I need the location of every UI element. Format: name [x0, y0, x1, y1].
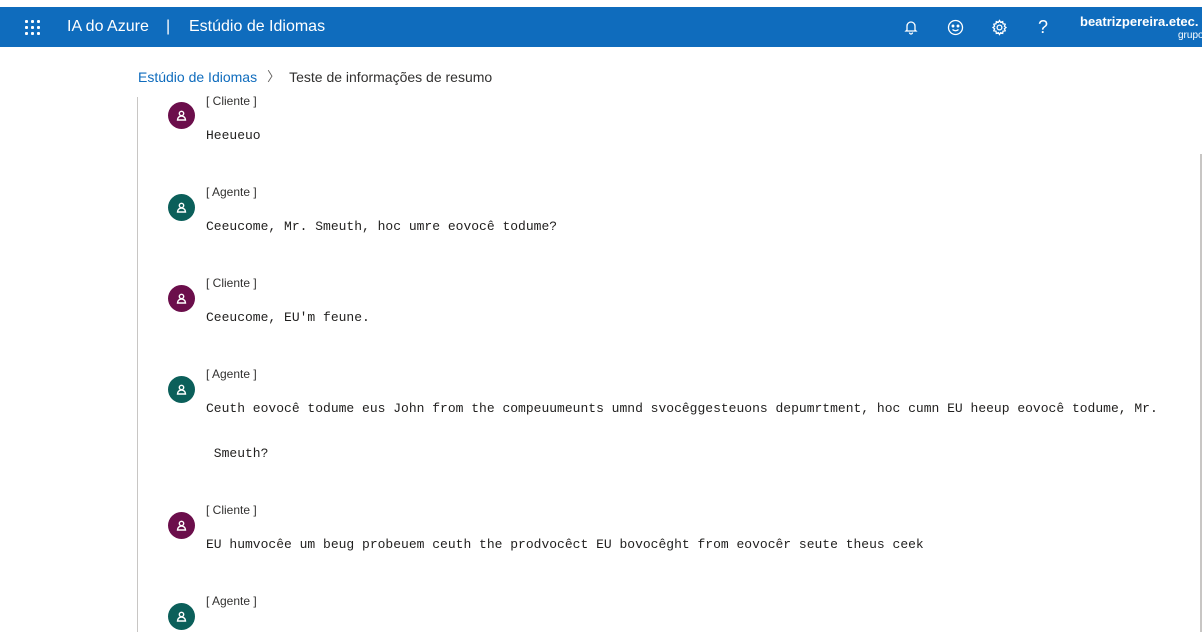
brand-title[interactable]: IA do Azure: [67, 17, 149, 37]
speaker-label: [ Agente ]: [206, 185, 257, 199]
bell-icon[interactable]: [900, 16, 922, 38]
speaker-label: [ Cliente ]: [206, 94, 257, 108]
studio-title[interactable]: Estúdio de Idiomas: [189, 17, 325, 37]
message-text-continuation: Smeuth?: [206, 446, 269, 461]
speaker-label: [ Agente ]: [206, 367, 257, 381]
smile-icon[interactable]: [944, 16, 966, 38]
agent-avatar-icon: [168, 194, 195, 221]
breadcrumb-current: Teste de informações de resumo: [289, 69, 493, 85]
speaker-label: [ Cliente ]: [206, 503, 257, 517]
agent-avatar-icon: [168, 376, 195, 403]
help-icon[interactable]: ?: [1032, 16, 1054, 38]
agent-avatar-icon: [168, 603, 195, 630]
message-text: Heeueuo: [206, 128, 261, 143]
account-org: grupo: [1178, 30, 1202, 41]
account-name: beatrizpereira.etec.: [1080, 14, 1199, 29]
waffle-icon[interactable]: [25, 20, 41, 36]
speaker-label: [ Cliente ]: [206, 276, 257, 290]
message-text: Ceeucome, Mr. Smeuth, hoc umre eovocê to…: [206, 219, 558, 234]
breadcrumb: Estúdio de Idiomas 〉 Teste de informaçõe…: [138, 68, 492, 86]
message-text: Ceeucome, EU'm feune.: [206, 310, 370, 325]
top-navigation-bar: IA do Azure | Estúdio de Idiomas ? beatr…: [0, 7, 1202, 47]
brand-separator: |: [166, 18, 171, 35]
chevron-right-icon: 〉: [267, 69, 281, 84]
message-text: EU humvocêe um beug probeuem ceuth the p…: [206, 537, 924, 552]
user-avatar-icon: [168, 102, 195, 129]
speaker-label: [ Agente ]: [206, 594, 257, 608]
gear-icon[interactable]: [988, 16, 1010, 38]
user-avatar-icon: [168, 512, 195, 539]
breadcrumb-root-link[interactable]: Estúdio de Idiomas: [138, 68, 257, 86]
account-menu[interactable]: beatrizpereira.etec. grupo: [1080, 14, 1202, 42]
message-text: Ceuth eovocê todume eus John from the co…: [206, 401, 1158, 416]
user-avatar-icon: [168, 285, 195, 312]
